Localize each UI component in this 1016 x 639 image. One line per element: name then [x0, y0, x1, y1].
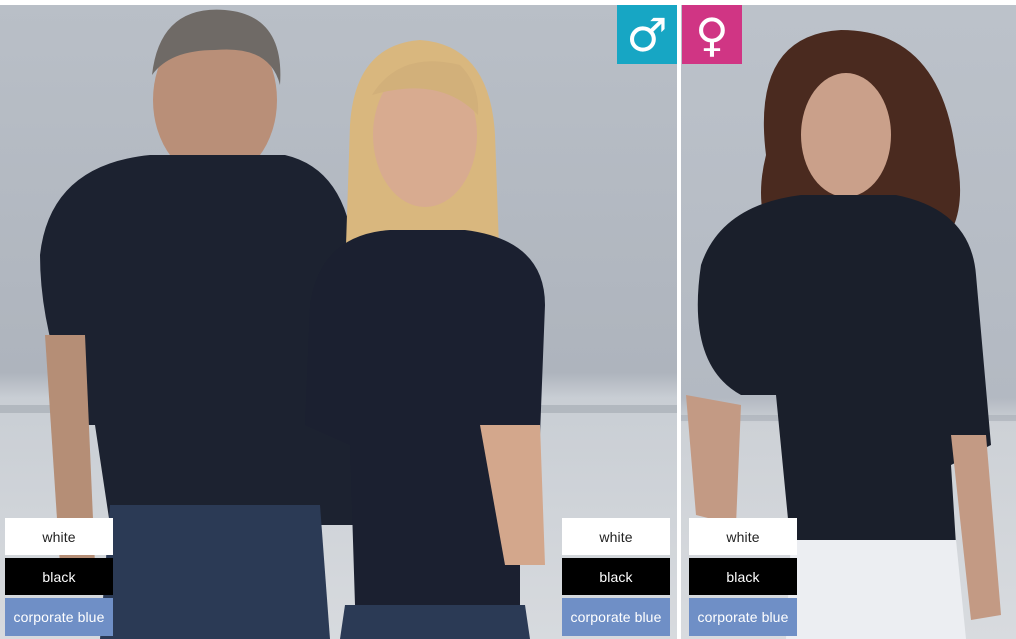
- color-swatch-black[interactable]: black: [5, 558, 113, 595]
- color-swatch-white[interactable]: white: [5, 518, 113, 555]
- color-swatch-white[interactable]: white: [562, 518, 670, 555]
- color-swatch-corporate-blue[interactable]: corporate blue: [562, 598, 670, 636]
- color-swatch-corporate-blue[interactable]: corporate blue: [689, 598, 797, 636]
- female-symbol-icon: ♀: [682, 5, 742, 64]
- color-swatch-black[interactable]: black: [689, 558, 797, 595]
- color-swatch-black[interactable]: black: [562, 558, 670, 595]
- color-swatch-white[interactable]: white: [689, 518, 797, 555]
- color-swatch-corporate-blue[interactable]: corporate blue: [5, 598, 113, 636]
- male-symbol-icon: ♂: [617, 5, 677, 64]
